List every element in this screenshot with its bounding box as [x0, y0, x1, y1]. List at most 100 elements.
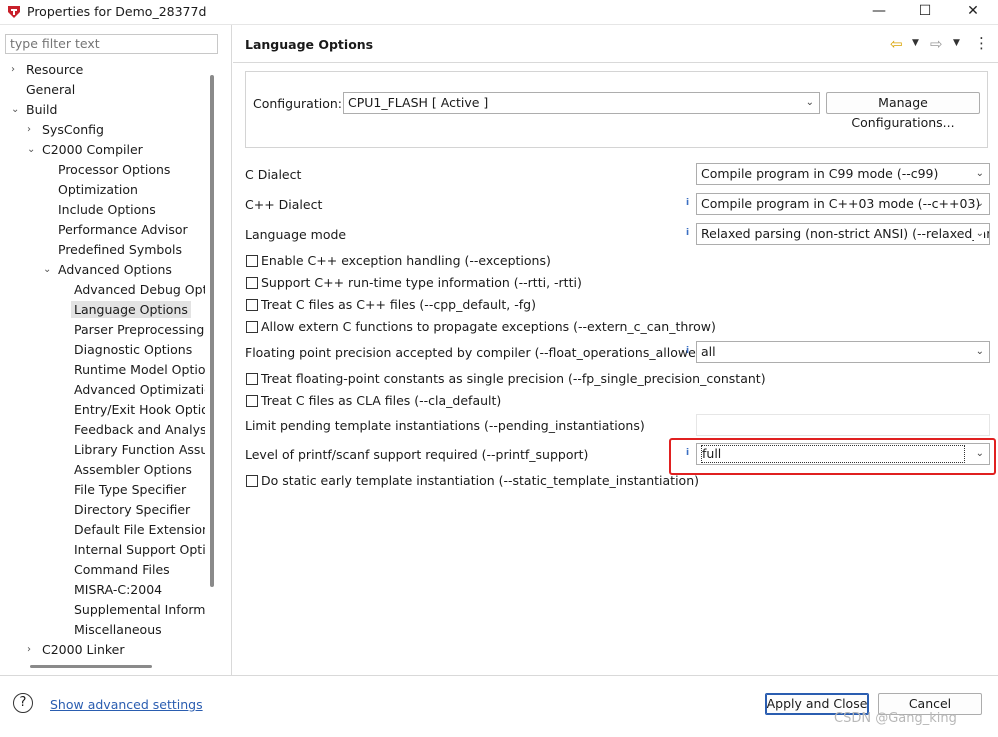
tree-item-label: Library Function Assum	[74, 442, 205, 457]
cpp-dialect-value: Compile program in C++03 mode (--c++03)	[701, 196, 981, 211]
view-menu-icon[interactable]: ⋮	[974, 34, 989, 52]
static-template-checkbox[interactable]	[246, 475, 258, 487]
tree-item-label: Entry/Exit Hook Option	[74, 402, 205, 417]
c-dialect-select[interactable]: Compile program in C99 mode (--c99) ⌄	[696, 163, 990, 185]
printf-support-label: Level of printf/scanf support required (…	[245, 447, 589, 462]
chevron-right-icon[interactable]: ›	[11, 60, 15, 80]
tree-item-label: Diagnostic Options	[74, 342, 193, 357]
tree-item-label: Supplemental Informa	[74, 602, 205, 617]
tree-item[interactable]: Processor Options	[58, 160, 170, 180]
tree-horizontal-scrollbar[interactable]	[30, 665, 152, 668]
close-button[interactable]: ✕	[950, 0, 996, 24]
tree-item[interactable]: ⌄ Advanced Options	[43, 260, 172, 280]
printf-support-value: full	[701, 445, 965, 463]
pending-instantiations-input[interactable]	[696, 414, 990, 436]
tree-item-label: Default File Extensions	[74, 522, 205, 537]
filter-input[interactable]	[5, 34, 218, 54]
printf-support-select[interactable]: full ⌄	[696, 443, 990, 465]
tree-item[interactable]: Entry/Exit Hook Option	[74, 400, 205, 420]
exceptions-checkbox[interactable]	[246, 255, 258, 267]
chevron-down-icon[interactable]: ⌄	[27, 140, 35, 160]
tree-item[interactable]: Diagnostic Options	[74, 340, 192, 360]
tree-item[interactable]: Supplemental Informa	[74, 600, 205, 620]
app-logo-icon	[8, 6, 20, 18]
watermark-text: CSDN @Gang_king	[834, 711, 957, 726]
cpp-default-label: Treat C files as C++ files (--cpp_defaul…	[261, 297, 536, 312]
tree-item[interactable]: Default File Extensions	[74, 520, 205, 540]
property-tree: › Resource General ⌄ Build › SysConfig ⌄ C2000 C…	[0, 60, 205, 660]
tree-item[interactable]: General	[26, 80, 75, 100]
rtti-checkbox[interactable]	[246, 277, 258, 289]
forward-dropdown-icon[interactable]: ▼	[953, 38, 960, 48]
float-operations-select[interactable]: all ⌄	[696, 341, 990, 363]
fp-single-precision-label: Treat floating-point constants as single…	[261, 371, 766, 386]
tree-item[interactable]: Miscellaneous	[74, 620, 162, 640]
help-icon[interactable]: ?	[13, 693, 33, 713]
footer-separator	[0, 675, 998, 676]
tree-item[interactable]: › Resource	[11, 60, 83, 80]
tree-item-label: Processor Options	[58, 162, 171, 177]
tree-item[interactable]: ⌄ Build	[11, 100, 57, 120]
show-advanced-settings-link[interactable]: Show advanced settings	[50, 697, 203, 712]
configuration-select[interactable]: CPU1_FLASH [ Active ] ⌄	[343, 92, 820, 114]
tree-item[interactable]: ⌄ C2000 Compiler	[27, 140, 143, 160]
cpp-default-checkbox[interactable]	[246, 299, 258, 311]
tree-item[interactable]: Predefined Symbols	[58, 240, 182, 260]
tree-item[interactable]: › C2000 Linker	[27, 640, 125, 660]
chevron-down-icon[interactable]: ⌄	[43, 260, 51, 280]
panel-divider[interactable]	[231, 25, 232, 675]
tree-item-label: File Type Specifier	[74, 482, 187, 497]
configuration-label: Configuration:	[253, 96, 342, 111]
tree-item[interactable]: MISRA-C:2004	[74, 580, 162, 600]
static-template-label: Do static early template instantiation (…	[261, 473, 700, 488]
tree-item-label: Assembler Options	[74, 462, 192, 477]
window-title: Properties for Demo_28377d	[27, 4, 207, 19]
tree-item-label: Optimization	[58, 182, 138, 197]
tree-item[interactable]: Performance Advisor	[58, 220, 188, 240]
c-dialect-value: Compile program in C99 mode (--c99)	[701, 166, 939, 181]
tree-item[interactable]: › SysConfig	[27, 120, 104, 140]
extern-c-checkbox[interactable]	[246, 321, 258, 333]
maximize-button[interactable]: ☐	[902, 0, 948, 24]
info-icon: i	[686, 228, 690, 238]
tree-item[interactable]: Internal Support Optic	[74, 540, 205, 560]
header-separator	[233, 62, 998, 63]
forward-arrow-icon[interactable]: ⇨	[930, 35, 943, 53]
tree-item[interactable]: Feedback and Analysis	[74, 420, 205, 440]
tree-vertical-scrollbar[interactable]	[210, 75, 214, 587]
tree-item[interactable]: Include Options	[58, 200, 156, 220]
tree-item-label: Advanced Options	[58, 262, 172, 277]
minimize-button[interactable]: —	[856, 0, 902, 24]
language-mode-value: Relaxed parsing (non-strict ANSI) (--rel…	[701, 226, 990, 241]
tree-item-label: Command Files	[74, 562, 170, 577]
language-mode-select[interactable]: Relaxed parsing (non-strict ANSI) (--rel…	[696, 223, 990, 245]
chevron-down-icon[interactable]: ⌄	[11, 100, 19, 120]
chevron-right-icon[interactable]: ›	[27, 120, 31, 140]
chevron-down-icon: ⌄	[975, 168, 984, 179]
tree-item-label: Parser Preprocessing (	[74, 322, 205, 337]
tree-item-label: Performance Advisor	[58, 222, 188, 237]
fp-single-precision-checkbox[interactable]	[246, 373, 258, 385]
configuration-value: CPU1_FLASH [ Active ]	[348, 95, 489, 110]
tree-item[interactable]: Optimization	[58, 180, 138, 200]
tree-item[interactable]: Advanced Debug Opti	[74, 280, 205, 300]
tree-item[interactable]: Parser Preprocessing (	[74, 320, 205, 340]
chevron-right-icon[interactable]: ›	[27, 640, 31, 660]
back-dropdown-icon[interactable]: ▼	[912, 38, 919, 48]
cla-default-checkbox[interactable]	[246, 395, 258, 407]
tree-item[interactable]: Library Function Assum	[74, 440, 205, 460]
tree-item-label: Predefined Symbols	[58, 242, 182, 257]
tree-item[interactable]: Advanced Optimizatio	[74, 380, 205, 400]
back-arrow-icon[interactable]: ⇦	[890, 35, 903, 53]
manage-configurations-button[interactable]: Manage Configurations...	[826, 92, 980, 130]
tree-item[interactable]: Command Files	[74, 560, 170, 580]
tree-item[interactable]: Assembler Options	[74, 460, 192, 480]
tree-item[interactable]: Directory Specifier	[74, 500, 190, 520]
tree-item[interactable]: Runtime Model Option	[74, 360, 205, 380]
cpp-dialect-select[interactable]: Compile program in C++03 mode (--c++03) …	[696, 193, 990, 215]
chevron-down-icon: ⌄	[975, 346, 984, 357]
tree-item[interactable]: File Type Specifier	[74, 480, 186, 500]
page-title: Language Options	[245, 37, 374, 52]
tree-item[interactable]: Language Options	[71, 300, 191, 320]
tree-item-label: Language Options	[71, 301, 191, 318]
